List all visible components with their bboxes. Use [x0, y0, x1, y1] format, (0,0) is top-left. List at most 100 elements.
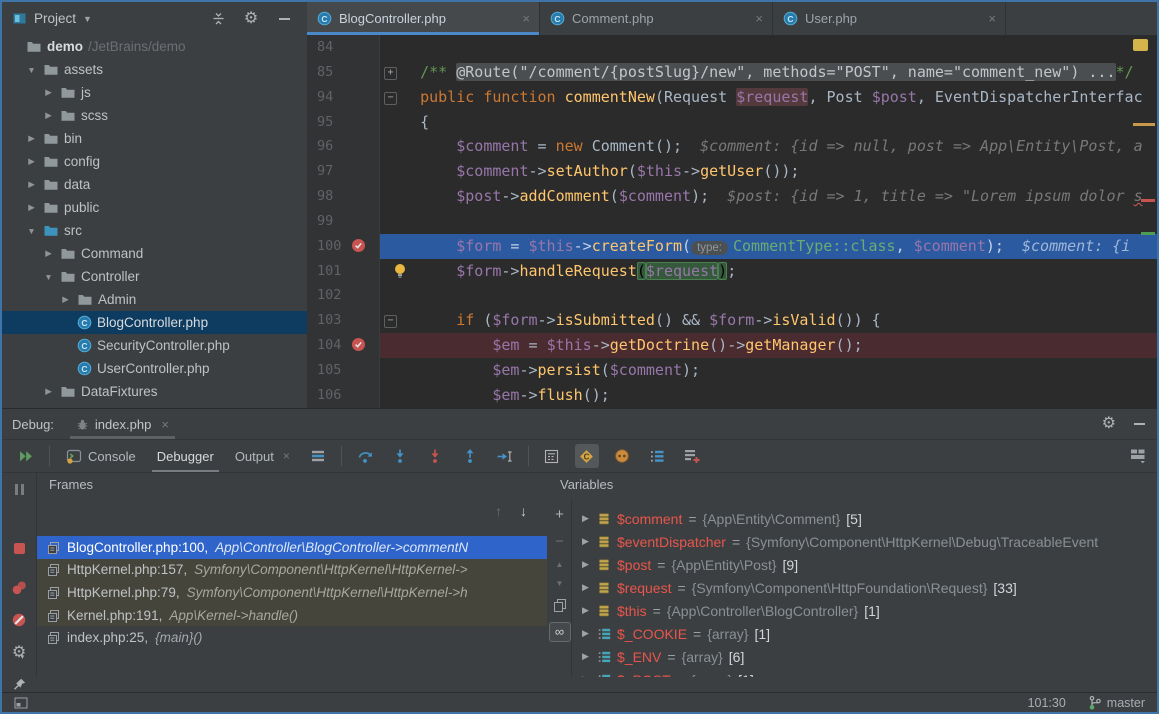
code-line[interactable]: 106 $em->flush(); [307, 382, 1157, 408]
toolwindow-toggle-icon[interactable] [14, 697, 28, 709]
expand-arrow-icon[interactable]: ▶ [580, 582, 591, 593]
frame-row[interactable]: Kernel.php:191, App\Kernel->handle() [37, 603, 547, 627]
frame-row[interactable]: BlogController.php:100, App\Controller\B… [37, 536, 547, 559]
threads-list-button[interactable] [645, 444, 669, 468]
editor-gutter[interactable]: 104 [307, 333, 380, 358]
tree-item-data[interactable]: ▶ data [2, 173, 307, 196]
caret-position[interactable]: 101:30 [1028, 696, 1066, 710]
close-icon[interactable]: × [283, 449, 290, 463]
bulb-icon[interactable] [393, 263, 407, 279]
code-line[interactable]: 84 [307, 35, 1157, 60]
code-line[interactable]: 105 $em->persist($comment); [307, 357, 1157, 383]
tree-expanded-arrow-icon[interactable]: ▼ [25, 65, 38, 75]
editor-tab-comment-php[interactable]: C Comment.php × [540, 2, 773, 35]
variable-row[interactable]: ▶ $post = {App\Entity\Post} [9] [572, 553, 1157, 576]
editor-gutter[interactable]: 101 [307, 258, 380, 284]
add-watch-button[interactable] [680, 444, 704, 468]
pin-button[interactable] [12, 677, 27, 692]
tree-item-scss[interactable]: ▶ scss [2, 104, 307, 127]
code-line-text[interactable]: $form = $this->createForm(type: CommentTy… [380, 233, 1157, 259]
expand-arrow-icon[interactable]: ▶ [580, 513, 591, 524]
code-line[interactable]: 100 $form = $this->createForm(type: Comme… [307, 233, 1157, 259]
tree-item-bin[interactable]: ▶ bin [2, 127, 307, 150]
code-line[interactable]: 102 [307, 283, 1157, 309]
expand-arrow-icon[interactable]: ▶ [580, 628, 591, 639]
code-line[interactable]: 85 + /** @Route("/comment/{postSlug}/new"… [307, 59, 1157, 85]
editor-gutter[interactable]: 85 [307, 59, 380, 85]
tree-item-assets[interactable]: ▼ assets [2, 58, 307, 81]
tree-item-config[interactable]: ▶ config [2, 150, 307, 173]
mute-breakpoints-button[interactable] [11, 612, 27, 628]
close-icon[interactable]: × [161, 417, 169, 432]
code-line-text[interactable]: public function commentNew(Request $requ… [380, 85, 1157, 110]
code-line-text[interactable]: { [380, 110, 1157, 135]
variable-row[interactable]: ▶ $request = {Symfony\Component\HttpFound… [572, 576, 1157, 599]
variable-row[interactable]: ▶$_POST = {array} [1] [572, 668, 1157, 678]
tree-collapsed-arrow-icon[interactable]: ▶ [42, 110, 55, 121]
tree-expanded-arrow-icon[interactable]: ▼ [42, 272, 55, 282]
fold-marker-icon[interactable]: − [384, 91, 397, 105]
resume-button[interactable] [14, 444, 38, 468]
code-line-text[interactable]: $em->persist($comment); [380, 358, 1157, 383]
show-execution-point-button[interactable] [306, 444, 330, 468]
code-line-text[interactable]: $em = $this->getDoctrine()->getManager()… [380, 333, 1157, 358]
git-branch-widget[interactable]: master [1088, 695, 1145, 710]
hide-panel-icon[interactable] [1134, 423, 1145, 425]
tree-item-command[interactable]: ▶ Command [2, 242, 307, 265]
project-panel-title[interactable]: Project [34, 11, 76, 26]
code-line[interactable]: 98 $post->addComment($comment); $post: {… [307, 184, 1157, 209]
expand-arrow-icon[interactable]: ▶ [580, 559, 591, 570]
editor-gutter[interactable]: 95 [307, 109, 380, 135]
code-line-text[interactable] [380, 283, 1157, 308]
step-into-button[interactable] [388, 444, 412, 468]
breakpoint-icon[interactable] [351, 238, 366, 253]
collapse-all-icon[interactable] [205, 2, 231, 35]
variable-row[interactable]: ▶ $comment = {App\Entity\Comment} [5] [572, 507, 1157, 530]
code-line-text[interactable] [380, 35, 1157, 60]
tree-collapsed-arrow-icon[interactable]: ▶ [25, 156, 38, 167]
expand-arrow-icon[interactable]: ▶ [580, 536, 591, 547]
code-line-text[interactable]: $comment = new Comment(); $comment: {id … [380, 134, 1157, 159]
code-line[interactable]: 96 $comment = new Comment(); $comment: {… [307, 134, 1157, 160]
layout-settings-icon[interactable] [1129, 448, 1147, 464]
editor-gutter[interactable]: 105 [307, 357, 380, 383]
tree-item-src[interactable]: ▼ src [2, 219, 307, 242]
variable-row[interactable]: ▶ $this = {App\Controller\BlogController}… [572, 599, 1157, 622]
tree-collapsed-arrow-icon[interactable]: ▶ [59, 294, 72, 305]
editor-gutter[interactable]: 98 [307, 184, 380, 209]
code-line-text[interactable] [380, 209, 1157, 234]
tree-collapsed-arrow-icon[interactable]: ▶ [42, 248, 55, 259]
code-line-text[interactable]: $em->flush(); [380, 383, 1157, 408]
expand-arrow-icon[interactable]: ▶ [580, 605, 591, 616]
code-line[interactable]: 97 $comment->setAuthor($this->getUser())… [307, 159, 1157, 185]
frame-row[interactable]: index.php:25, {main}() [37, 626, 547, 649]
expand-arrow-icon[interactable]: ▶ [580, 674, 591, 677]
tree-item-datafixtures[interactable]: ▶ DataFixtures [2, 380, 307, 403]
code-line-text[interactable]: if ($form->isSubmitted() && $form->isVal… [380, 308, 1157, 333]
code-line-text[interactable]: $post->addComment($comment); $post: {id … [380, 184, 1157, 209]
php-button[interactable] [610, 444, 634, 468]
code-editor[interactable]: 84 85 + /** @Route("/comment/{postSlug}/ne… [307, 35, 1157, 408]
close-icon[interactable]: × [755, 11, 763, 26]
close-icon[interactable]: × [522, 11, 530, 26]
editor-gutter[interactable]: 94 [307, 84, 380, 110]
move-up-icon[interactable]: ▲ [556, 560, 564, 569]
fold-marker-icon[interactable]: − [384, 315, 397, 329]
evaluate-expression-button[interactable] [540, 444, 564, 468]
tree-item-blogcontroller-php[interactable]: C BlogController.php [2, 311, 307, 334]
php-console-button[interactable]: C [574, 444, 599, 468]
tree-collapsed-arrow-icon[interactable]: ▶ [25, 133, 38, 144]
debug-view-tab-debugger[interactable]: Debugger [152, 440, 219, 472]
tree-item-controller[interactable]: ▼ Controller [2, 265, 307, 288]
debug-session-tab[interactable]: index.php × [70, 409, 175, 439]
next-frame-icon[interactable]: ↓ [520, 503, 527, 519]
editor-gutter[interactable]: 100 [307, 233, 380, 259]
debug-view-tab-console[interactable]: Console [61, 440, 141, 472]
stop-button[interactable] [13, 543, 25, 554]
force-step-into-button[interactable] [423, 444, 447, 468]
fold-marker-icon[interactable]: + [384, 66, 397, 80]
breakpoint-icon[interactable] [351, 337, 366, 352]
add-watch-icon[interactable]: + [555, 506, 564, 523]
close-icon[interactable]: × [988, 11, 996, 26]
code-line[interactable]: 99 [307, 208, 1157, 234]
